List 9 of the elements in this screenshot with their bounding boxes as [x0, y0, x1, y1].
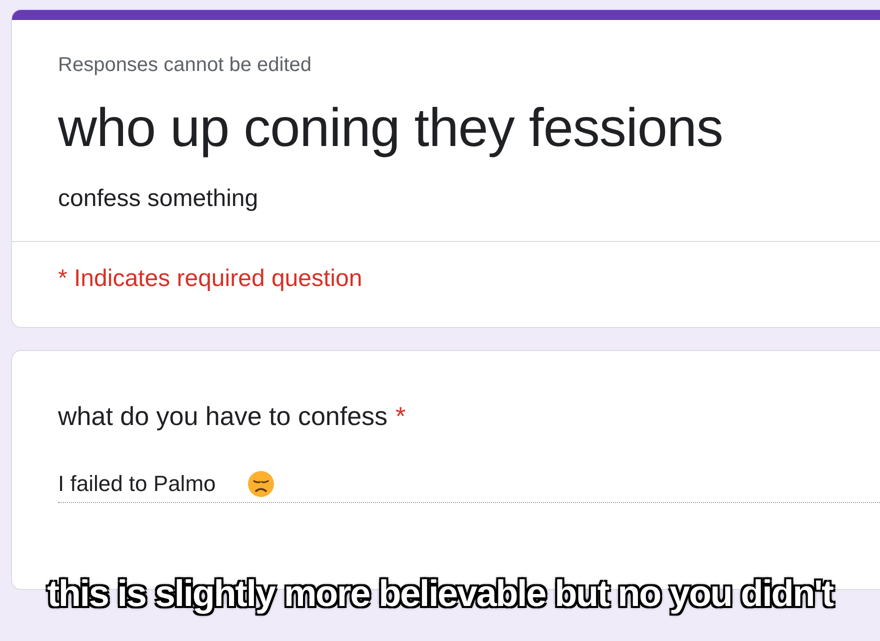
responses-notice: Responses cannot be edited [58, 54, 312, 77]
required-note: * Indicates required question [58, 265, 362, 292]
question-label: what do you have to confess [58, 401, 388, 432]
answer-field[interactable]: I failed to Palmo [58, 471, 237, 497]
required-mark: * [396, 401, 406, 432]
form-title: who up coning they fessions [58, 97, 723, 159]
sad-face-icon [246, 470, 275, 498]
meme-caption: this is slightly more believable but no you didn't [47, 573, 833, 615]
form-description: confess something [58, 185, 258, 213]
